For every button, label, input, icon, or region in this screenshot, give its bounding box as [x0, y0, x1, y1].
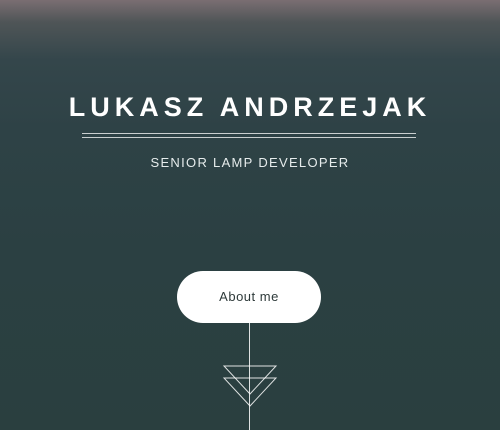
page-title: LUKASZ ANDRZEJAK: [68, 92, 432, 122]
about-me-button[interactable]: About me: [177, 271, 321, 323]
double-chevron-down-icon[interactable]: [222, 364, 278, 408]
title-divider-bottom: [82, 137, 416, 138]
hero-section: LUKASZ ANDRZEJAK SENIOR LAMP DEVELOPER A…: [0, 0, 500, 430]
job-title: SENIOR LAMP DEVELOPER: [150, 155, 350, 170]
title-divider-top: [82, 133, 416, 134]
